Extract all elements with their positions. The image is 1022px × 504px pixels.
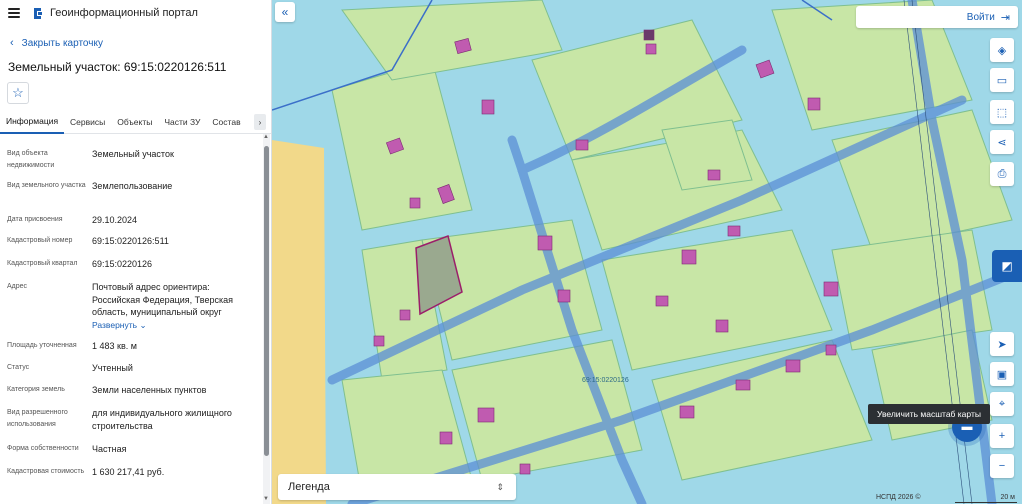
info-value: 1 483 кв. м	[92, 341, 137, 351]
double-chevron-left-icon: «	[281, 5, 289, 19]
info-value: 29.10.2024	[92, 215, 138, 225]
info-label: Статус	[7, 364, 30, 371]
info-label: Вид объекта недвижимости	[7, 150, 55, 169]
info-label: Вид разрешенного использования	[7, 409, 68, 428]
close-card-label: Закрыть карточку	[21, 37, 103, 49]
zoom-out-button[interactable]: −	[990, 454, 1014, 478]
info-label: Площадь уточненная	[7, 342, 77, 349]
print-icon: ⎙	[997, 167, 1007, 180]
chevron-down-icon: ⌄	[139, 320, 147, 330]
close-card-link[interactable]: ‹ Закрыть карточку	[0, 34, 271, 52]
info-value: Земельный участок	[92, 149, 174, 159]
chevron-left-icon: ‹	[10, 37, 14, 49]
info-label: Кадастровый квартал	[7, 260, 78, 267]
info-value: для индивидуального жилищного строительс…	[92, 408, 232, 431]
select-area-button[interactable]: ⬚	[990, 100, 1014, 124]
cadastral-quarter-label: 69:15:0220126	[582, 377, 629, 384]
info-value: Частная	[92, 444, 127, 454]
legend-select[interactable]: Легенда ⇕	[278, 474, 516, 500]
map-layer	[272, 0, 1022, 504]
print-button[interactable]: ⎙	[990, 162, 1014, 186]
info-label: Кадастровая стоимость	[7, 468, 85, 475]
share-button[interactable]: ⋖	[990, 130, 1014, 154]
star-icon: ☆	[12, 85, 24, 100]
card-title: Земельный участок: 69:15:0220126:511	[8, 60, 227, 74]
info-value: Землепользование	[92, 181, 173, 191]
layers-button[interactable]: ◈	[990, 38, 1014, 62]
login-icon: ⇥	[1000, 11, 1010, 24]
favorite-button[interactable]: ☆	[7, 82, 29, 104]
tab-objects[interactable]: Объекты	[111, 110, 158, 134]
tabs-scroll-right-icon[interactable]: ›	[254, 114, 266, 130]
plus-icon: +	[998, 430, 1006, 442]
portal-logo	[34, 7, 42, 19]
pin-icon: ⌖	[998, 397, 1006, 410]
info-label: Дата присвоения	[7, 216, 63, 223]
collapse-panel-button[interactable]: «	[275, 2, 295, 22]
tab-parts[interactable]: Части ЗУ	[158, 110, 206, 134]
info-value: 69:15:0220126:511	[92, 236, 169, 246]
info-panel: Геоинформационный портал ‹ Закрыть карто…	[0, 0, 272, 504]
card-tabs: Информация Сервисы Объекты Части ЗУ Сост…	[0, 110, 271, 134]
tab-composition[interactable]: Состав	[206, 110, 246, 134]
info-label: Категория земель	[7, 386, 65, 393]
measure-button[interactable]: ▭	[990, 68, 1014, 92]
info-value: 1 630 217,41 руб.	[92, 467, 165, 477]
login-button[interactable]: Войти ⇥	[856, 6, 1018, 28]
legend-label: Легенда	[288, 481, 330, 493]
map-tool-icon: ◩	[1001, 259, 1013, 273]
zoom-in-button[interactable]: +	[990, 424, 1014, 448]
expand-address-link[interactable]: Развернуть ⌄	[92, 320, 147, 330]
expand-collapse-icon: ⇕	[496, 481, 504, 492]
login-label: Войти	[966, 11, 995, 23]
info-label: Вид земельного участка	[7, 182, 86, 189]
info-value: Учтенный	[92, 363, 133, 373]
map-scale: 20 м	[955, 494, 1017, 503]
map-canvas[interactable]: 69:15:0220126	[272, 0, 1022, 504]
minus-icon: −	[998, 460, 1006, 472]
portal-title: Геоинформационный портал	[50, 7, 198, 19]
info-list: Вид объекта недвижимости Земельный участ…	[0, 138, 262, 504]
info-label: Форма собственности	[7, 445, 79, 452]
side-tool-tab[interactable]: ◩	[992, 250, 1022, 282]
ruler-icon: ▭	[996, 74, 1008, 87]
tab-info[interactable]: Информация	[0, 110, 65, 134]
zoom-in-tooltip: Увеличить масштаб карты	[868, 404, 990, 424]
scroll-down-icon[interactable]: ▼	[263, 496, 269, 502]
map-credit: НСПД 2026 ©	[876, 494, 921, 501]
scroll-up-icon[interactable]: ▲	[263, 134, 269, 140]
scrollbar-thumb[interactable]	[264, 146, 269, 456]
info-value: 69:15:0220126	[92, 259, 153, 269]
basemap-icon: ▣	[996, 368, 1008, 381]
top-bar: Геоинформационный портал	[0, 0, 271, 26]
info-label: Адрес	[7, 283, 28, 290]
tab-services[interactable]: Сервисы	[64, 110, 111, 134]
geolocation-button[interactable]: ⌖	[990, 392, 1014, 416]
basemap-button[interactable]: ▣	[990, 362, 1014, 386]
info-value: Почтовый адрес ориентира: Российская Фед…	[92, 282, 233, 317]
info-scrollbar[interactable]: ▲ ▼	[263, 134, 270, 504]
share-icon: ⋖	[997, 136, 1007, 149]
navigation-arrow-icon: ➤	[997, 338, 1007, 351]
select-area-icon: ⬚	[996, 106, 1008, 119]
locate-button[interactable]: ➤	[990, 332, 1014, 356]
info-label: Кадастровый номер	[7, 237, 73, 244]
info-value: Земли населенных пунктов	[92, 385, 207, 395]
layers-icon: ◈	[997, 44, 1007, 57]
menu-icon[interactable]	[8, 8, 20, 18]
